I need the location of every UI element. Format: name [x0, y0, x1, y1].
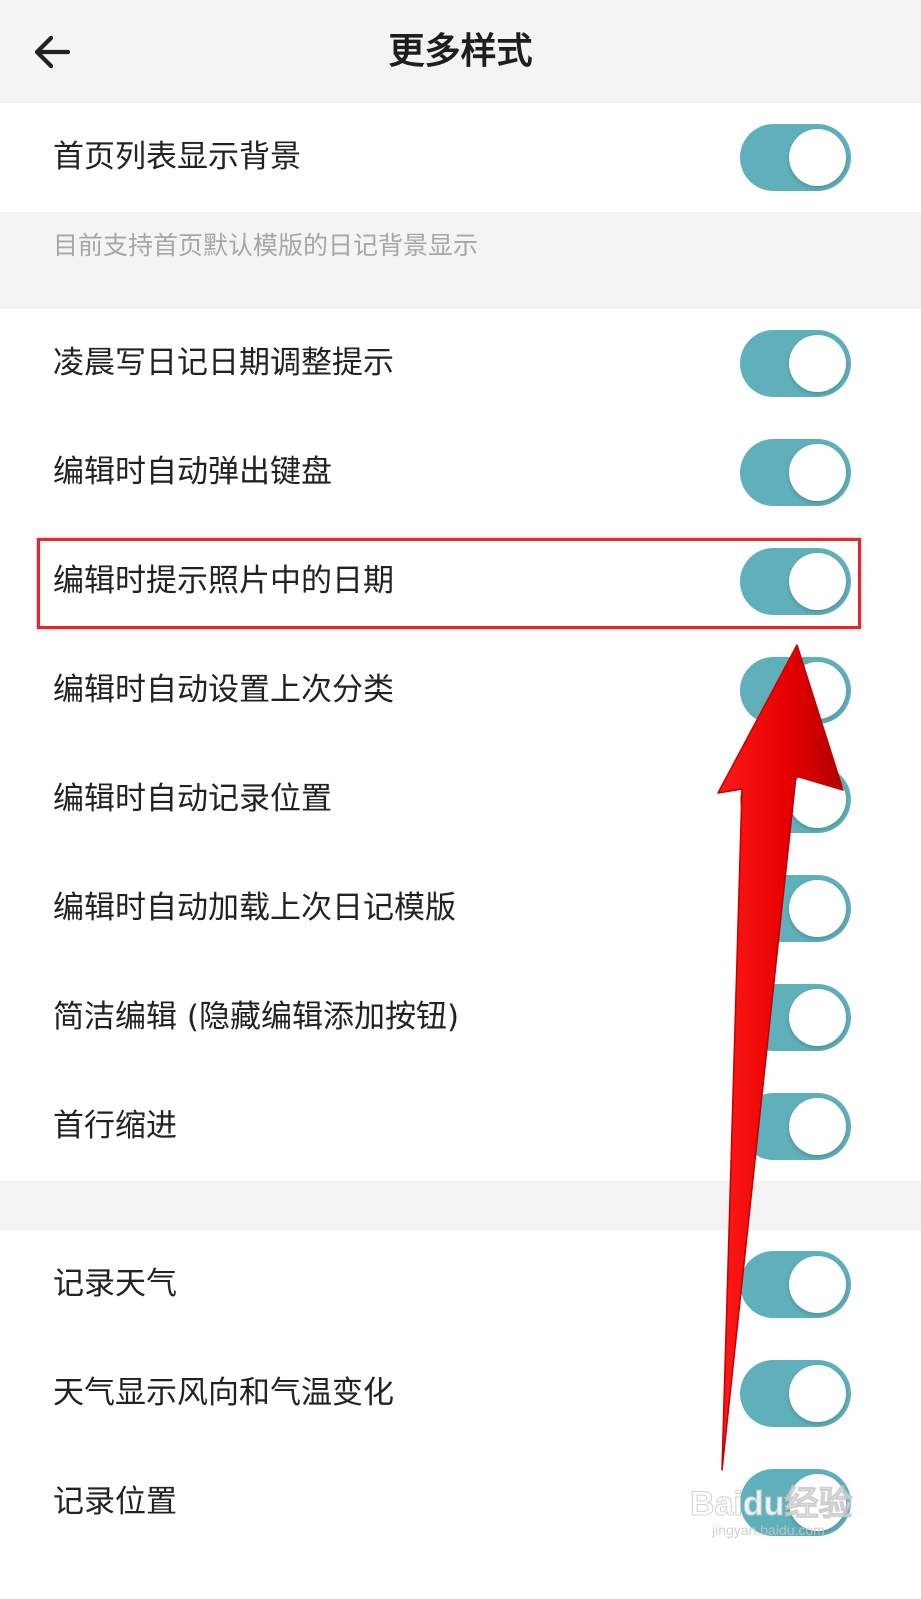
page-title: 更多样式 — [388, 31, 533, 72]
toggle-switch[interactable] — [740, 1469, 851, 1536]
toggle-switch[interactable] — [740, 124, 851, 191]
toggle-knob — [789, 989, 846, 1046]
setting-label: 编辑时提示照片中的日期 — [53, 563, 394, 599]
toggle-knob — [789, 444, 846, 501]
toggle-switch[interactable] — [740, 1360, 851, 1427]
toggle-switch[interactable] — [740, 1093, 851, 1160]
setting-row-last-category: 编辑时自动设置上次分类 — [0, 636, 921, 745]
setting-row-photo-date-hint: 编辑时提示照片中的日期 — [0, 527, 921, 636]
setting-row-auto-keyboard: 编辑时自动弹出键盘 — [0, 418, 921, 527]
setting-label: 记录天气 — [53, 1266, 177, 1302]
setting-row-first-line-indent: 首行缩进 — [0, 1072, 921, 1181]
toggle-knob — [789, 1474, 846, 1531]
setting-row-last-template: 编辑时自动加载上次日记模版 — [0, 854, 921, 963]
setting-row-weather-wind-temp: 天气显示风向和气温变化 — [0, 1339, 921, 1448]
toggle-knob — [789, 1098, 846, 1155]
setting-label: 编辑时自动弹出键盘 — [53, 454, 332, 490]
setting-label: 简洁编辑 (隐藏编辑添加按钮) — [53, 999, 460, 1035]
toggle-switch[interactable] — [740, 657, 851, 724]
top-app-bar: 更多样式 — [0, 0, 921, 103]
toggle-knob — [789, 1256, 846, 1313]
setting-row-home-background: 首页列表显示背景 — [0, 103, 921, 212]
setting-label: 首页列表显示背景 — [53, 139, 301, 175]
toggle-knob — [789, 1365, 846, 1422]
setting-row-simple-edit: 简洁编辑 (隐藏编辑添加按钮) — [0, 963, 921, 1072]
toggle-switch[interactable] — [740, 330, 851, 397]
toggle-knob — [789, 662, 846, 719]
setting-row-record-location: 记录位置 — [0, 1448, 921, 1557]
toggle-switch[interactable] — [740, 984, 851, 1051]
toggle-switch[interactable] — [740, 1251, 851, 1318]
toggle-switch[interactable] — [740, 548, 851, 615]
toggle-knob — [789, 129, 846, 186]
setting-label: 编辑时自动加载上次日记模版 — [53, 890, 456, 926]
setting-row-late-night-date: 凌晨写日记日期调整提示 — [0, 309, 921, 418]
setting-label: 首行缩进 — [53, 1108, 177, 1144]
section-hint: 目前支持首页默认模版的日记背景显示 — [53, 231, 479, 260]
toggle-switch[interactable] — [740, 875, 851, 942]
settings-section-editing: 凌晨写日记日期调整提示 编辑时自动弹出键盘 编辑时提示照片中的日期 编辑时自动设… — [0, 309, 921, 1181]
setting-label: 编辑时自动记录位置 — [53, 781, 332, 817]
settings-section-weather: 记录天气 天气显示风向和气温变化 记录位置 — [0, 1230, 921, 1599]
setting-label: 编辑时自动设置上次分类 — [53, 672, 394, 708]
toggle-switch[interactable] — [740, 439, 851, 506]
toggle-knob — [789, 335, 846, 392]
toggle-knob — [789, 880, 846, 937]
setting-row-auto-location: 编辑时自动记录位置 — [0, 745, 921, 854]
setting-label: 天气显示风向和气温变化 — [53, 1375, 394, 1411]
toggle-knob — [789, 553, 846, 610]
setting-row-record-weather: 记录天气 — [0, 1230, 921, 1339]
setting-label: 记录位置 — [53, 1484, 177, 1520]
toggle-switch[interactable] — [740, 766, 851, 833]
toggle-knob — [789, 771, 846, 828]
settings-section-background: 首页列表显示背景 — [0, 103, 921, 212]
setting-label: 凌晨写日记日期调整提示 — [53, 345, 394, 381]
